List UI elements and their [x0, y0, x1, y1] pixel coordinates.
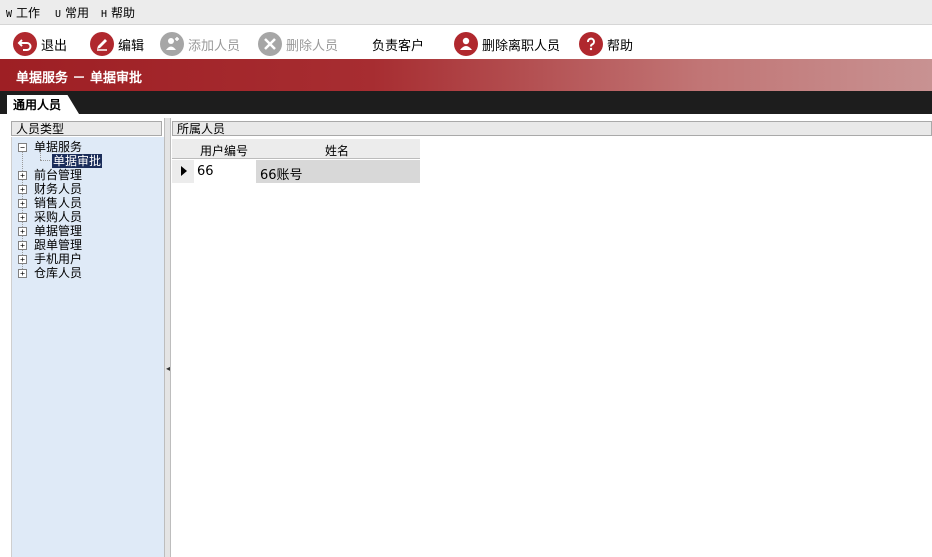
- column-header-user-id[interactable]: 用户编号: [200, 142, 248, 159]
- toolbar: 退出 编辑 添加人员 删除人员 负责客户 删除离职人员 帮助: [0, 25, 932, 59]
- panel-splitter[interactable]: ◂: [164, 118, 171, 557]
- user-remove-icon: [454, 32, 478, 56]
- tree-connector: [40, 160, 50, 161]
- row-indicator: [172, 160, 194, 183]
- tab-strip: 通用人员: [0, 91, 932, 114]
- menu-help[interactable]: H 帮助: [101, 4, 135, 21]
- expand-icon[interactable]: +: [18, 171, 27, 180]
- page-banner: 单据服务 － 单据审批: [0, 59, 932, 91]
- expand-icon[interactable]: +: [18, 227, 27, 236]
- collapse-icon[interactable]: −: [18, 143, 27, 152]
- cell-name[interactable]: 66账号: [260, 164, 303, 183]
- delete-resigned-button[interactable]: 删除离职人员: [454, 31, 560, 57]
- staff-type-header: 人员类型: [11, 121, 162, 136]
- help-button[interactable]: 帮助: [579, 31, 633, 57]
- expand-icon[interactable]: +: [18, 199, 27, 208]
- column-header-name[interactable]: 姓名: [325, 142, 349, 159]
- table-row[interactable]: 66 66账号: [172, 160, 420, 183]
- expand-icon[interactable]: +: [18, 185, 27, 194]
- pencil-icon: [90, 32, 114, 56]
- expand-icon[interactable]: +: [18, 241, 27, 250]
- menu-common[interactable]: U 常用: [55, 4, 89, 21]
- delete-person-button[interactable]: 删除人员: [258, 31, 338, 57]
- page-title: 单据服务 － 单据审批: [16, 71, 143, 86]
- assigned-staff-header: 所属人员: [172, 121, 932, 136]
- question-icon: [579, 32, 603, 56]
- back-arrow-icon: [13, 32, 37, 56]
- delete-x-icon: [258, 32, 282, 56]
- menu-bar: W 工作 U 常用 H 帮助: [0, 0, 932, 25]
- staff-type-tree[interactable]: − 单据服务 单据审批 + 前台管理 + 财务人员 + 销售人员 + 采购人员 …: [11, 137, 164, 557]
- tab-general-staff[interactable]: 通用人员: [7, 95, 80, 114]
- add-user-icon: [160, 32, 184, 56]
- responsible-customer-button[interactable]: 负责客户: [372, 31, 424, 57]
- menu-work[interactable]: W 工作: [6, 4, 40, 21]
- expand-icon[interactable]: +: [18, 213, 27, 222]
- cell-user-id[interactable]: 66: [197, 164, 214, 179]
- current-row-icon: [181, 166, 187, 176]
- collapse-left-icon[interactable]: ◂: [166, 363, 170, 375]
- expand-icon[interactable]: +: [18, 255, 27, 264]
- edit-button[interactable]: 编辑: [90, 31, 144, 57]
- grid-header: 用户编号 姓名: [172, 139, 420, 159]
- add-person-button[interactable]: 添加人员: [160, 31, 240, 57]
- exit-button[interactable]: 退出: [13, 31, 67, 57]
- expand-icon[interactable]: +: [18, 269, 27, 278]
